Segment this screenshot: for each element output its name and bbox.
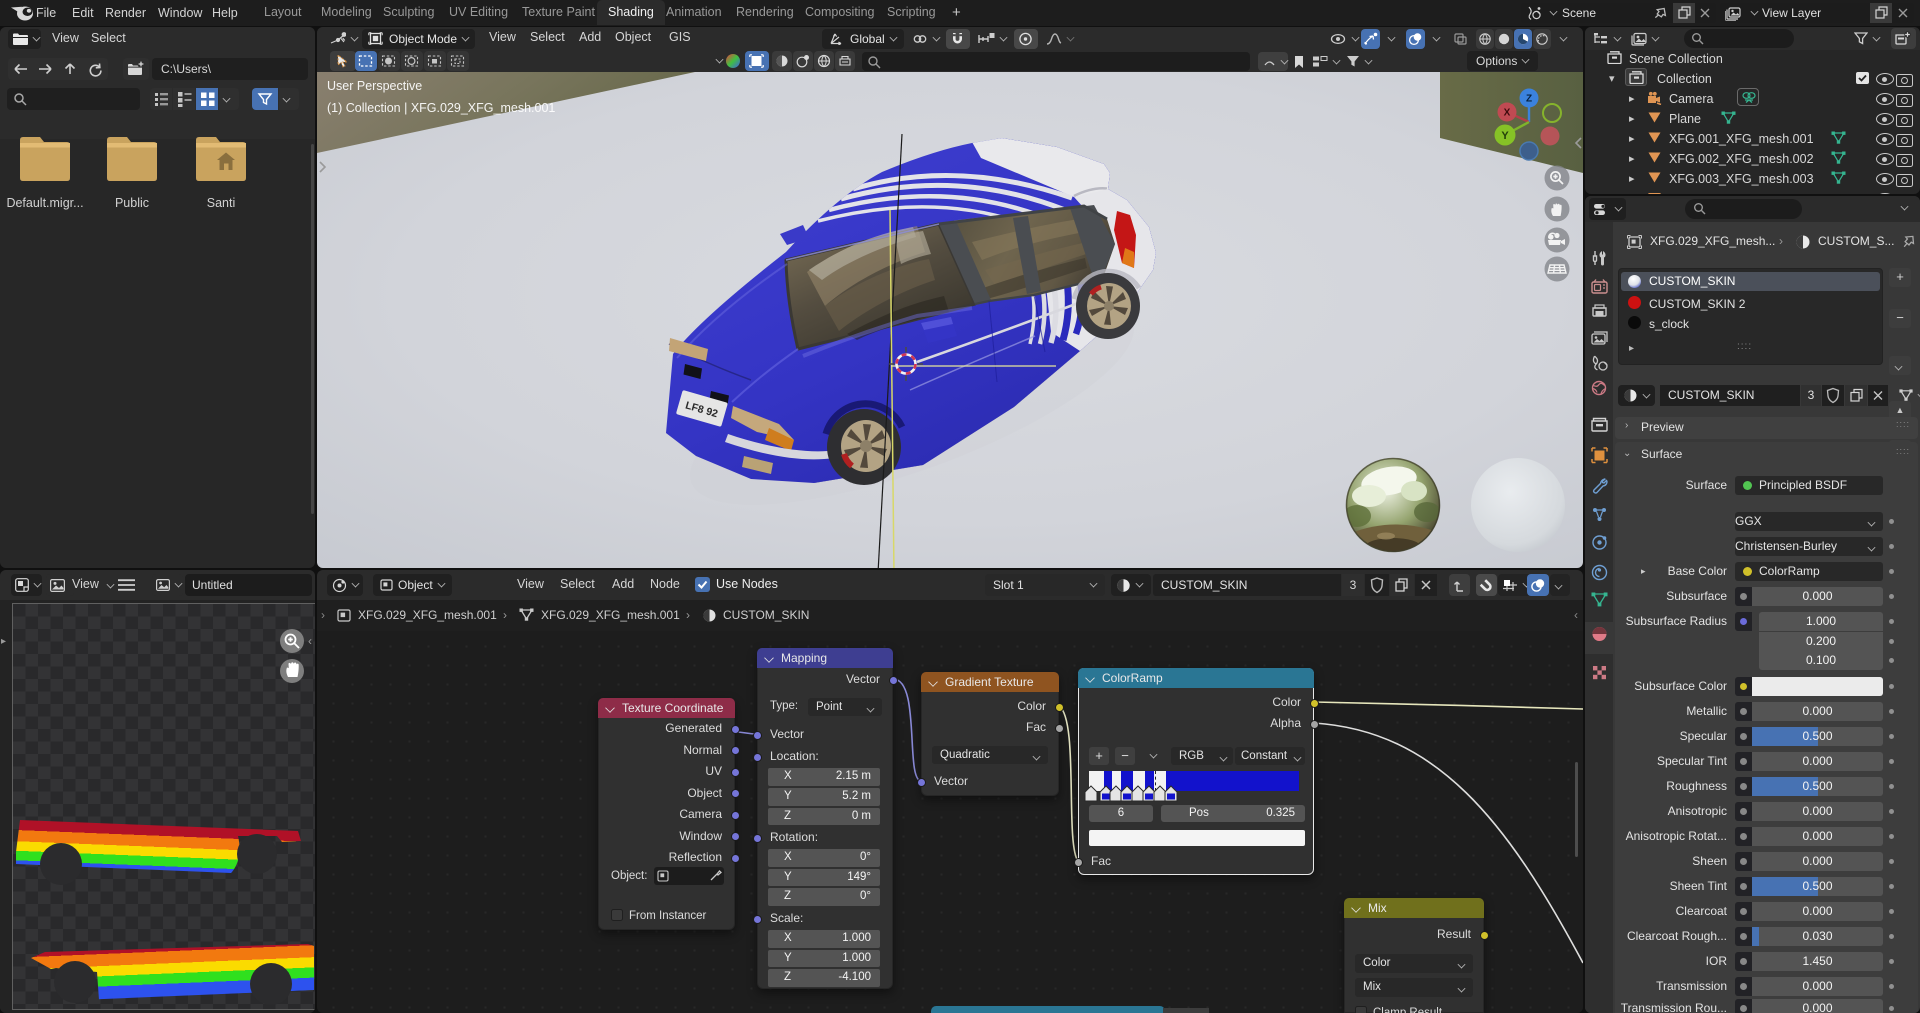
svg-text:Santi: Santi bbox=[207, 196, 236, 210]
svg-text:Y: Y bbox=[1501, 130, 1509, 142]
svg-text:Public: Public bbox=[115, 196, 149, 210]
svg-text:Default.migr...: Default.migr... bbox=[6, 196, 83, 210]
svg-text:Z: Z bbox=[1526, 94, 1532, 105]
svg-text:(1) Collection | XFG.029_XFG_m: (1) Collection | XFG.029_XFG_mesh.001 bbox=[327, 101, 555, 115]
svg-text:User Perspective: User Perspective bbox=[327, 79, 422, 93]
svg-text:X: X bbox=[1504, 108, 1511, 119]
